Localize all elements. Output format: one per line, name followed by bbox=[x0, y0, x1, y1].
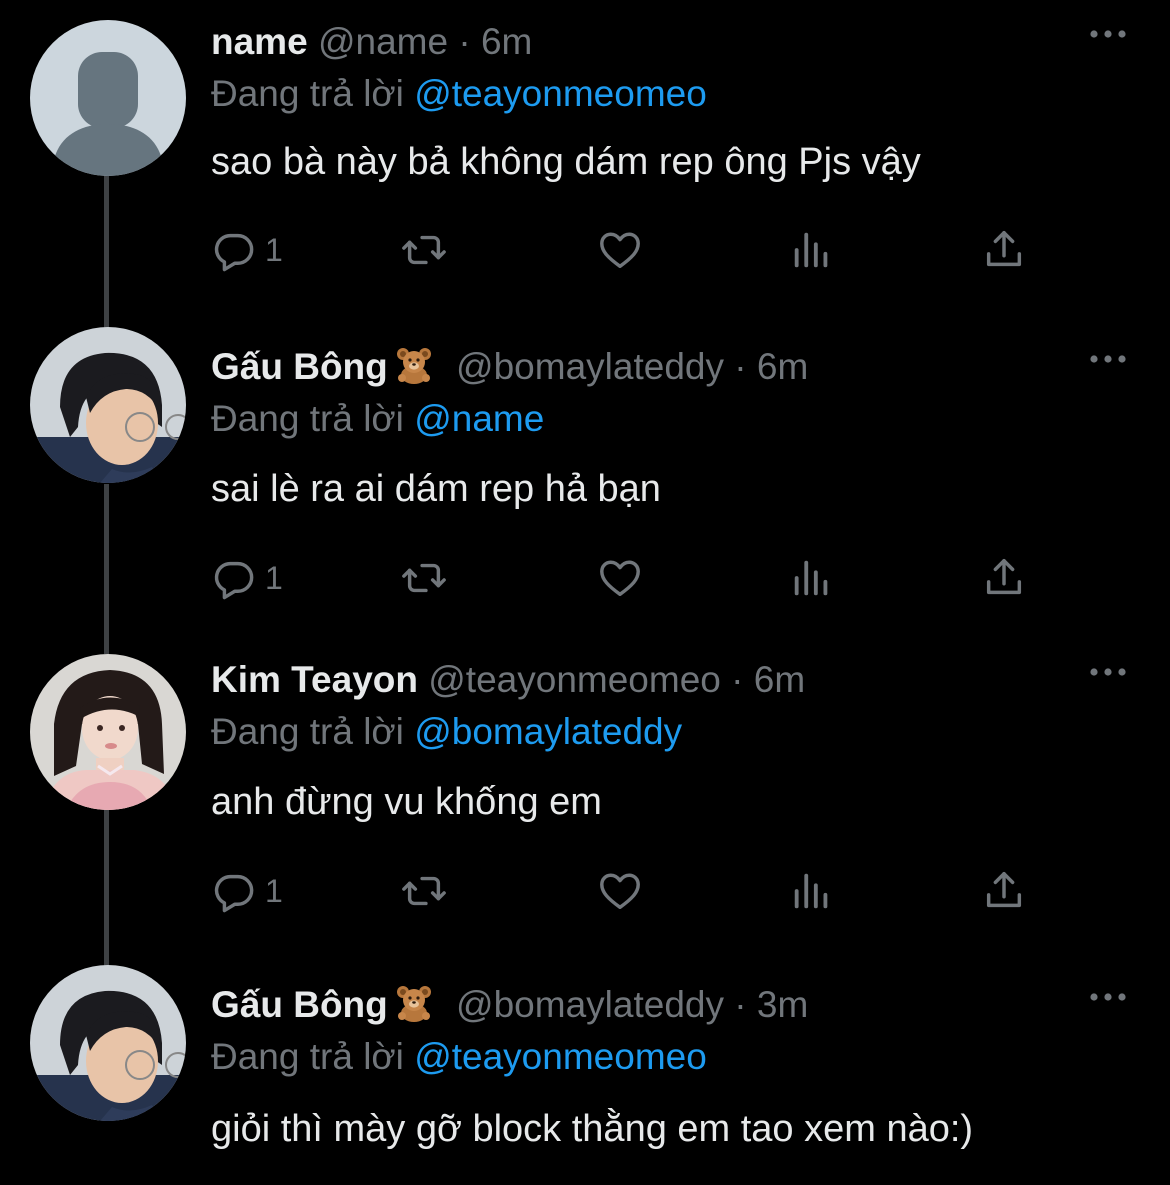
avatar[interactable] bbox=[30, 327, 186, 483]
separator-dot: · bbox=[731, 659, 744, 700]
replying-to: Đang trả lời @name bbox=[211, 397, 544, 441]
share-icon bbox=[981, 868, 1027, 914]
reply-button[interactable]: 1 bbox=[211, 866, 283, 916]
display-name[interactable]: Gấu Bông bbox=[211, 346, 388, 387]
separator-dot: · bbox=[734, 984, 747, 1025]
tweet[interactable]: name @name · 6m Đang trả lời @teayonmeom… bbox=[0, 20, 1170, 280]
more-options-icon[interactable] bbox=[1088, 664, 1128, 680]
timestamp[interactable]: 6m bbox=[481, 21, 532, 62]
separator-dot: · bbox=[458, 21, 471, 62]
tweet-header: Gấu Bông @bomaylateddy · 6m bbox=[211, 345, 808, 389]
mention-link[interactable]: @name bbox=[414, 398, 544, 439]
like-button[interactable] bbox=[597, 866, 643, 916]
action-bar: 1 bbox=[211, 225, 1041, 275]
heart-icon bbox=[597, 555, 643, 601]
tweet-header: Kim Teayon @teayonmeomeo · 6m bbox=[211, 658, 805, 702]
reply-icon bbox=[211, 555, 257, 601]
replying-to: Đang trả lời @teayonmeomeo bbox=[211, 1035, 707, 1079]
user-handle[interactable]: @name bbox=[318, 21, 448, 62]
timestamp[interactable]: 6m bbox=[757, 346, 808, 387]
tweet-header: Gấu Bông @bomaylateddy · 3m bbox=[211, 983, 808, 1027]
tweet[interactable]: Kim Teayon @teayonmeomeo · 6m Đang trả l… bbox=[0, 658, 1170, 918]
retweet-button[interactable] bbox=[401, 866, 447, 916]
tweet-header: name @name · 6m bbox=[211, 20, 532, 64]
heart-icon bbox=[597, 868, 643, 914]
mention-link[interactable]: @bomaylateddy bbox=[414, 711, 682, 752]
timestamp[interactable]: 6m bbox=[754, 659, 805, 700]
like-button[interactable] bbox=[597, 225, 643, 275]
views-icon bbox=[789, 868, 835, 914]
views-button[interactable] bbox=[789, 553, 835, 603]
share-icon bbox=[981, 555, 1027, 601]
reply-icon bbox=[211, 868, 257, 914]
tweet-text: sao bà này bả không dám rep ông Pjs vậy bbox=[211, 141, 921, 183]
retweet-button[interactable] bbox=[401, 225, 447, 275]
replying-to: Đang trả lời @teayonmeomeo bbox=[211, 72, 707, 116]
views-icon bbox=[789, 555, 835, 601]
tweet-text: anh đừng vu khống em bbox=[211, 781, 602, 823]
more-options-icon[interactable] bbox=[1088, 351, 1128, 367]
views-button[interactable] bbox=[789, 866, 835, 916]
tweet-text: sai lè ra ai dám rep hả bạn bbox=[211, 468, 661, 510]
avatar[interactable] bbox=[30, 20, 186, 176]
separator-dot: · bbox=[734, 346, 747, 387]
reply-count: 1 bbox=[265, 872, 283, 909]
replying-to-label: Đang trả lời bbox=[211, 398, 404, 439]
views-button[interactable] bbox=[789, 225, 835, 275]
replying-to-label: Đang trả lời bbox=[211, 711, 404, 752]
display-name[interactable]: name bbox=[211, 21, 308, 62]
mention-link[interactable]: @teayonmeomeo bbox=[414, 73, 707, 114]
retweet-icon bbox=[401, 227, 447, 273]
reply-count: 1 bbox=[265, 559, 283, 596]
replying-to: Đang trả lời @bomaylateddy bbox=[211, 710, 682, 754]
share-icon bbox=[981, 227, 1027, 273]
display-name[interactable]: Gấu Bông bbox=[211, 984, 388, 1025]
replying-to-label: Đang trả lời bbox=[211, 1036, 404, 1077]
share-button[interactable] bbox=[981, 225, 1027, 275]
tweet-text: giỏi thì mày gỡ block thằng em tao xem n… bbox=[211, 1108, 974, 1150]
display-name[interactable]: Kim Teayon bbox=[211, 659, 418, 700]
user-handle[interactable]: @bomaylateddy bbox=[456, 984, 724, 1025]
heart-icon bbox=[597, 227, 643, 273]
share-button[interactable] bbox=[981, 553, 1027, 603]
reply-icon bbox=[211, 227, 257, 273]
views-icon bbox=[789, 227, 835, 273]
reply-button[interactable]: 1 bbox=[211, 225, 283, 275]
avatar[interactable] bbox=[30, 654, 186, 810]
user-handle[interactable]: @bomaylateddy bbox=[456, 346, 724, 387]
mention-link[interactable]: @teayonmeomeo bbox=[414, 1036, 707, 1077]
reply-button[interactable]: 1 bbox=[211, 553, 283, 603]
teddy-bear-emoji-icon bbox=[394, 983, 434, 1023]
like-button[interactable] bbox=[597, 553, 643, 603]
avatar[interactable] bbox=[30, 965, 186, 1121]
user-handle[interactable]: @teayonmeomeo bbox=[428, 659, 721, 700]
reply-count: 1 bbox=[265, 231, 283, 268]
more-options-icon[interactable] bbox=[1088, 989, 1128, 1005]
action-bar: 1 bbox=[211, 553, 1041, 603]
timestamp[interactable]: 3m bbox=[757, 984, 808, 1025]
tweet[interactable]: Gấu Bông @bomaylateddy · 3m Đang trả lời… bbox=[0, 983, 1170, 1185]
teddy-bear-emoji-icon bbox=[394, 345, 434, 385]
tweet[interactable]: Gấu Bông @bomaylateddy · 6m Đang trả lời… bbox=[0, 345, 1170, 605]
retweet-icon bbox=[401, 555, 447, 601]
action-bar: 1 bbox=[211, 866, 1041, 916]
share-button[interactable] bbox=[981, 866, 1027, 916]
retweet-button[interactable] bbox=[401, 553, 447, 603]
retweet-icon bbox=[401, 868, 447, 914]
replying-to-label: Đang trả lời bbox=[211, 73, 404, 114]
more-options-icon[interactable] bbox=[1088, 26, 1128, 42]
